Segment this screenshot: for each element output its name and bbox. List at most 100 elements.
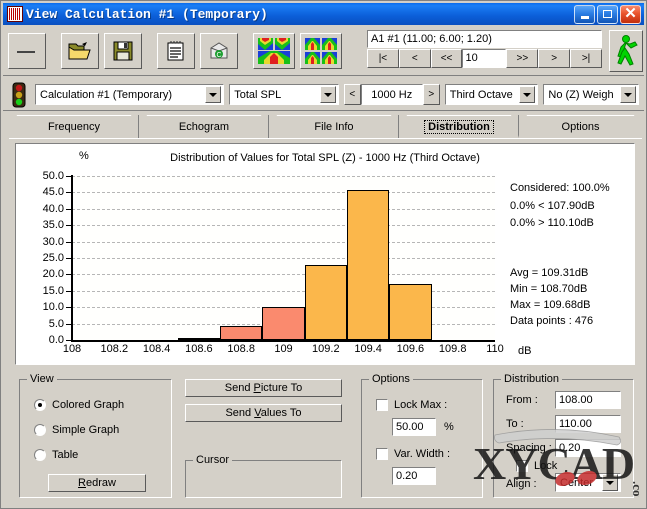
save-button[interactable]	[104, 32, 142, 69]
close-button[interactable]: ✕	[620, 4, 641, 24]
multi-map-icon	[305, 37, 337, 64]
tab-echogram[interactable]: Echogram	[139, 115, 269, 138]
lock-label: Lock	[534, 460, 558, 472]
gridline	[72, 176, 495, 177]
y-tick-mark	[66, 307, 72, 309]
var-width-checkbox-row[interactable]: Var. Width :	[376, 448, 450, 460]
recalc-button[interactable]: C	[200, 32, 238, 69]
distribution-chart-panel: Distribution of Values for Total SPL (Z)…	[15, 143, 635, 365]
y-tick-label: 30.0	[42, 235, 64, 248]
previous-button[interactable]: <	[398, 49, 431, 68]
cursor-group: Cursor	[185, 454, 342, 498]
x-axis-unit-label: dB	[518, 345, 532, 357]
radio-label-simple: Simple Graph	[52, 424, 120, 436]
gridline	[72, 241, 495, 243]
view-group: View Colored Graph Simple Graph Table Re…	[19, 373, 172, 498]
spacing-label: Spacing :	[506, 442, 552, 454]
walking-man-icon	[617, 35, 638, 66]
y-tick-label: 45.0	[42, 186, 64, 199]
minimize-button[interactable]	[574, 4, 595, 24]
gridline	[72, 192, 495, 194]
next-button[interactable]: >	[538, 49, 571, 68]
histogram-bar	[346, 190, 390, 340]
traffic-light-icon	[9, 82, 29, 108]
first-button[interactable]: |<	[367, 49, 399, 68]
y-tick-mark	[66, 241, 72, 243]
to-input[interactable]: 110.00	[555, 415, 621, 433]
radio-icon-table[interactable]	[34, 449, 46, 461]
options-group-title: Options	[369, 373, 413, 385]
chevron-down-icon-align[interactable]	[602, 474, 618, 491]
to-label: To :	[506, 418, 524, 430]
last-button[interactable]: >|	[570, 49, 602, 68]
tab-options[interactable]: Options	[519, 115, 642, 138]
x-tick-label: 109.6	[396, 343, 425, 355]
cursor-group-title: Cursor	[193, 454, 233, 466]
tab-label: Options	[561, 120, 600, 133]
title-bar: View Calculation #1 (Temporary) ✕	[3, 3, 644, 25]
var-width-input[interactable]: 0.20	[392, 467, 436, 485]
frequency-prev-button[interactable]: <	[343, 84, 361, 105]
lock-max-input[interactable]: 50.00	[392, 418, 436, 436]
y-tick-label: 25.0	[42, 252, 64, 264]
redraw-button[interactable]: Redraw	[48, 474, 146, 492]
map-button[interactable]	[253, 32, 295, 69]
send-values-button[interactable]: Send Values To	[185, 404, 342, 422]
radio-table[interactable]: Table	[34, 449, 78, 461]
spacing-input[interactable]: 0.20	[555, 439, 621, 457]
x-tick-label: 108.4	[142, 343, 171, 355]
frequency-next-button[interactable]: >	[422, 84, 440, 105]
calculation-combo[interactable]: Calculation #1 (Temporary)	[35, 84, 225, 105]
lock-checkbox[interactable]	[516, 460, 528, 472]
next-page-button[interactable]: >>	[506, 49, 539, 68]
distribution-group-title: Distribution	[501, 373, 563, 385]
radio-simple-graph[interactable]: Simple Graph	[34, 424, 119, 436]
previous-page-button[interactable]: <<	[430, 49, 463, 68]
radio-icon-simple[interactable]	[34, 424, 46, 436]
run-button[interactable]	[609, 30, 643, 72]
distribution-group: Distribution From : 108.00 To : 110.00 S…	[493, 373, 634, 498]
weighting-combo[interactable]: No (Z) Weigh	[543, 84, 639, 105]
stat-considered: Considered: 100.0%	[510, 182, 610, 194]
stat-datapoints: Data points : 476	[510, 315, 594, 327]
window-controls: ✕	[574, 4, 642, 24]
chevron-down-icon-2[interactable]	[319, 86, 336, 103]
open-folder-icon	[68, 41, 91, 59]
step-input[interactable]: 10	[462, 49, 507, 68]
send-picture-post: icture To	[260, 382, 303, 394]
lock-max-checkbox[interactable]	[376, 399, 388, 411]
tab-frequency[interactable]: Frequency	[9, 115, 139, 138]
tab-file-info[interactable]: File Info	[269, 115, 399, 138]
x-axis-line	[71, 340, 495, 342]
report-button[interactable]	[157, 32, 195, 69]
y-tick-label: 10.0	[42, 301, 64, 314]
histogram-bar	[262, 307, 305, 340]
radio-colored-graph[interactable]: Colored Graph	[34, 399, 124, 411]
lock-checkbox-row[interactable]: Lock	[516, 460, 557, 472]
open-button[interactable]	[61, 32, 99, 69]
align-label: Align :	[506, 478, 537, 490]
multi-map-button[interactable]	[300, 32, 342, 69]
floppy-disk-icon	[113, 41, 133, 60]
lock-max-checkbox-row[interactable]: Lock Max :	[376, 399, 447, 411]
var-width-checkbox[interactable]	[376, 448, 388, 460]
send-picture-button[interactable]: Send Picture To	[185, 379, 342, 397]
align-combo[interactable]: Center	[555, 473, 621, 492]
radio-icon-colored[interactable]	[34, 399, 46, 411]
quantity-combo[interactable]: Total SPL	[229, 84, 339, 105]
stat-above: 0.0% > 110.10dB	[510, 217, 594, 229]
from-input[interactable]: 108.00	[555, 391, 621, 409]
chevron-down-icon-4[interactable]	[620, 86, 636, 103]
maximize-button[interactable]	[597, 4, 618, 24]
align-value: Center	[560, 476, 594, 489]
send-values-post: alues To	[260, 407, 302, 419]
new-button[interactable]	[8, 32, 46, 69]
chevron-down-icon[interactable]	[205, 86, 222, 103]
band-combo[interactable]: Third Octave	[444, 84, 539, 105]
send-values-pre: Send	[225, 407, 255, 419]
chevron-down-icon-3[interactable]	[519, 86, 536, 103]
send-picture-accel: P	[253, 382, 261, 394]
navigator-buttons: |< < << 10 >> > >|	[367, 49, 602, 68]
tab-distribution[interactable]: Distribution	[399, 115, 519, 138]
redraw-rest: edraw	[85, 477, 116, 489]
